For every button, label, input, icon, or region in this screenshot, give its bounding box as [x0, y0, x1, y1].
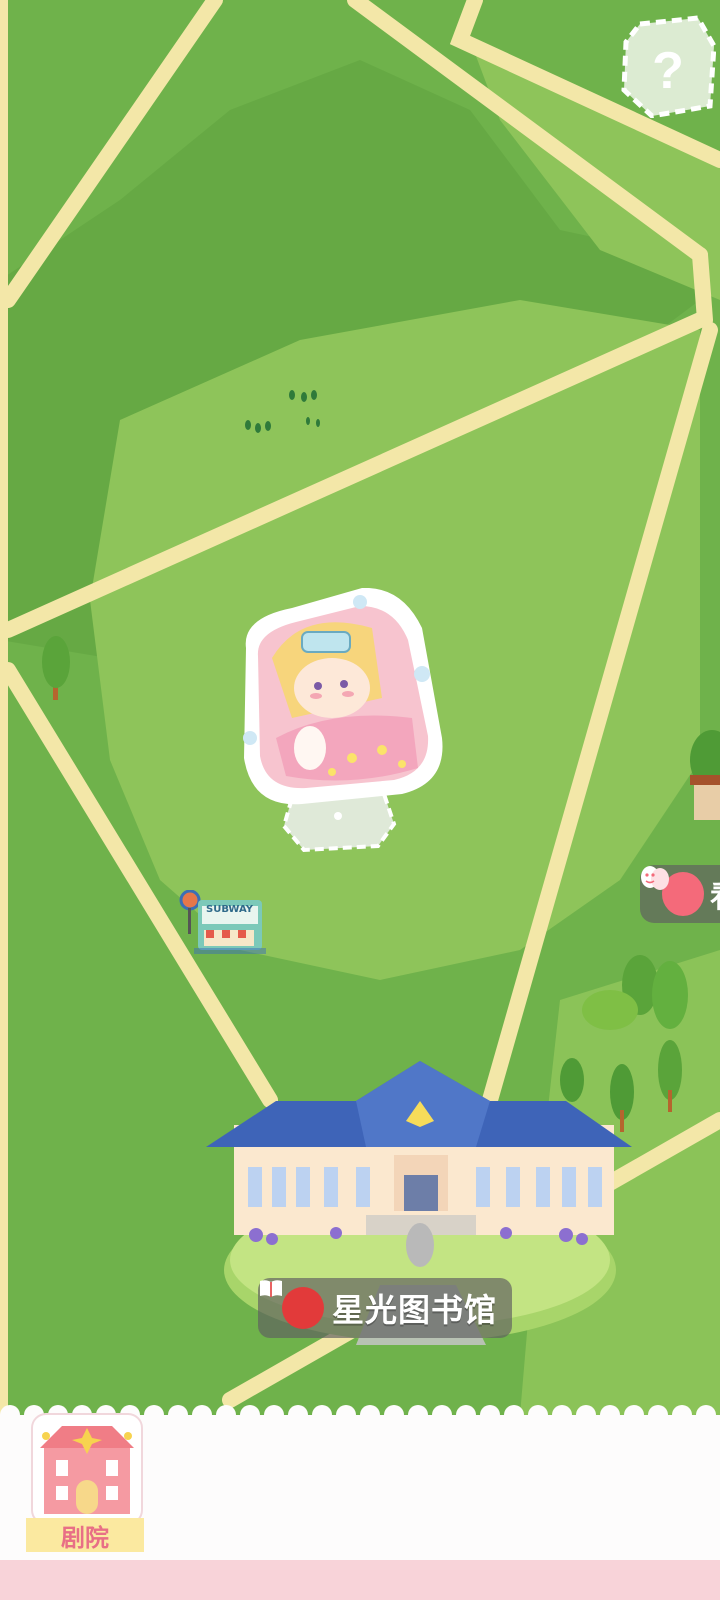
theater-label: 剧院: [26, 1518, 144, 1552]
theater-building-icon: [31, 1413, 143, 1525]
world-map[interactable]: ? SUBWAY 星光图书馆: [0, 0, 720, 1415]
svg-text:?: ?: [652, 42, 684, 100]
library-name: 星光图书馆: [332, 1291, 498, 1329]
right-location-text: 看: [710, 872, 720, 916]
subway-sign-text: SUBWAY: [206, 904, 254, 915]
theater-masks-icon: [641, 866, 704, 916]
subway-station[interactable]: SUBWAY: [176, 890, 272, 960]
theater-label-text: 剧院: [61, 1523, 109, 1552]
library-label[interactable]: 星光图书馆: [258, 1278, 512, 1338]
sleeping-girl-icon: [243, 588, 443, 853]
bottom-accent-strip: [0, 1560, 720, 1600]
help-button[interactable]: ?: [620, 10, 716, 118]
subway-station-icon: [179, 890, 266, 954]
book-icon: [260, 1280, 324, 1329]
right-location-label[interactable]: 看: [640, 865, 720, 923]
character-sticker[interactable]: [232, 588, 456, 868]
question-mark-icon: ?: [621, 15, 716, 118]
